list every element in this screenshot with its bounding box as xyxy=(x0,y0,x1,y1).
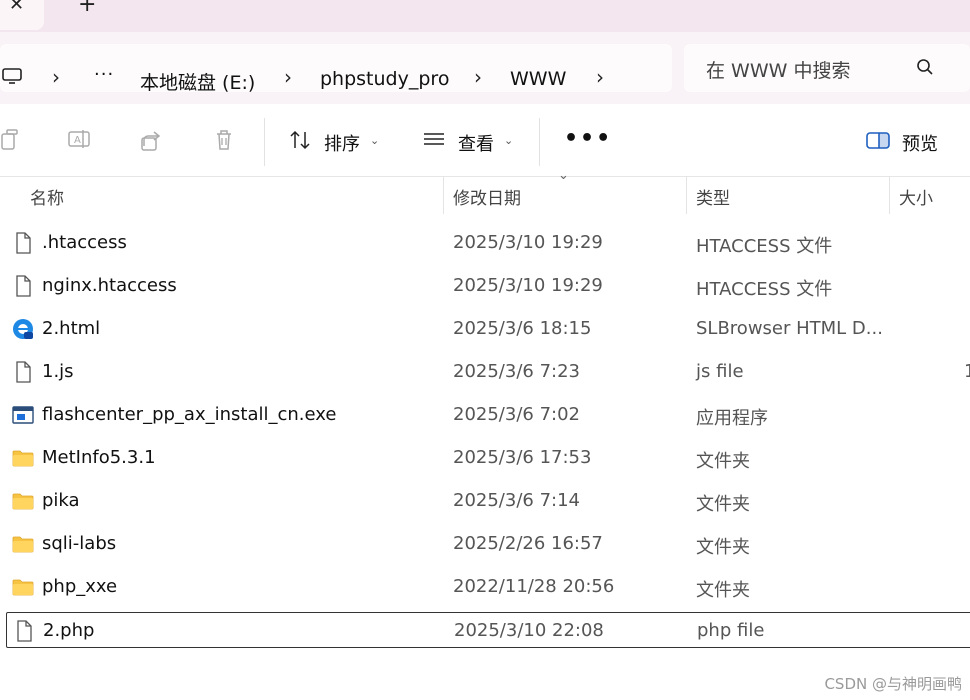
file-type: 文件夹 xyxy=(696,580,750,601)
chevron-down-icon[interactable]: ⌄ xyxy=(504,134,513,147)
view-icon[interactable] xyxy=(422,128,446,152)
file-name: .htaccess xyxy=(42,232,127,253)
file-row[interactable]: 2.html 2025/3/6 18:15 SLBrowser HTML D... xyxy=(6,311,970,347)
file-row[interactable]: 1.js 2025/3/6 7:23 js file 1 xyxy=(6,354,970,390)
folder-icon xyxy=(12,490,34,512)
file-type: 文件夹 xyxy=(696,451,750,472)
file-size: 1 xyxy=(964,361,970,382)
sort-button[interactable]: 排序 xyxy=(324,130,360,156)
file-name: nginx.htaccess xyxy=(42,275,177,296)
file-date: 2025/3/10 19:29 xyxy=(453,232,603,253)
search-icon[interactable] xyxy=(916,58,934,76)
file-row[interactable]: 2.php 2025/3/10 22:08 php file xyxy=(6,612,970,648)
column-header-date[interactable]: 修改日期 xyxy=(453,184,521,209)
file-icon xyxy=(12,232,34,254)
file-row[interactable]: pika 2025/3/6 7:14 文件夹 xyxy=(6,483,970,519)
view-button[interactable]: 查看 xyxy=(458,130,494,156)
file-row[interactable]: .htaccess 2025/3/10 19:29 HTACCESS 文件 xyxy=(6,225,970,261)
chevron-down-icon[interactable]: ⌄ xyxy=(370,134,379,147)
crumb-phpstudy-pro[interactable]: phpstudy_pro xyxy=(320,68,449,90)
sort-indicator-icon: ⌄ xyxy=(558,168,569,183)
watermark: CSDN @与神明画鸭 xyxy=(824,675,962,693)
folder-icon xyxy=(12,447,34,469)
search-placeholder: 在 WWW 中搜索 xyxy=(706,60,851,82)
file-name: MetInfo5.3.1 xyxy=(42,447,156,468)
preview-button[interactable]: 预览 xyxy=(902,130,938,156)
active-tab[interactable]: ✕ xyxy=(0,0,44,30)
more-options-button[interactable]: ••• xyxy=(564,126,612,151)
file-type: 文件夹 xyxy=(696,494,750,515)
file-type: js file xyxy=(696,361,744,382)
svg-text:A: A xyxy=(74,135,81,146)
share-icon[interactable] xyxy=(140,128,164,152)
breadcrumb-overflow-button[interactable]: ··· xyxy=(94,64,114,85)
file-type: 应用程序 xyxy=(696,408,768,429)
file-row[interactable]: nginx.htaccess 2025/3/10 19:29 HTACCESS 文件 xyxy=(6,268,970,304)
file-date: 2025/2/26 16:57 xyxy=(453,533,603,554)
file-name: 1.js xyxy=(42,361,74,382)
crumb-drive-e[interactable]: 本地磁盘 (E:) xyxy=(140,68,255,95)
file-icon xyxy=(12,361,34,383)
command-bar: A 排序 ⌄ 查看 ⌄ ••• 预览 xyxy=(0,104,970,177)
file-name: 2.html xyxy=(42,318,101,339)
breadcrumb[interactable]: › ··· 本地磁盘 (E:) › phpstudy_pro › WWW › xyxy=(0,44,672,95)
column-resize-handle[interactable] xyxy=(686,176,687,214)
file-date: 2025/3/10 19:29 xyxy=(453,275,603,296)
search-input[interactable]: 在 WWW 中搜索 xyxy=(684,44,970,92)
file-type: HTACCESS 文件 xyxy=(696,279,833,300)
folder-icon xyxy=(12,533,34,555)
file-icon xyxy=(12,275,34,297)
folder-icon xyxy=(12,576,34,598)
file-type: HTACCESS 文件 xyxy=(696,236,833,257)
file-type: SLBrowser HTML D... xyxy=(696,318,883,339)
rename-icon[interactable]: A xyxy=(68,128,92,152)
file-name: flashcenter_pp_ax_install_cn.exe xyxy=(42,404,337,425)
file-row[interactable]: MetInfo5.3.1 2025/3/6 17:53 文件夹 xyxy=(6,440,970,476)
preview-pane-icon[interactable] xyxy=(866,128,890,152)
file-date: 2025/3/6 7:23 xyxy=(453,361,580,382)
file-icon xyxy=(13,620,35,642)
exe-icon xyxy=(12,404,34,426)
column-header-type[interactable]: 类型 xyxy=(696,184,730,209)
delete-icon[interactable] xyxy=(212,128,236,152)
file-row[interactable]: flashcenter_pp_ax_install_cn.exe 2025/3/6… xyxy=(6,397,970,433)
column-header-size[interactable]: 大小 xyxy=(899,184,933,209)
chevron-right-icon[interactable]: › xyxy=(52,65,60,89)
chevron-right-icon[interactable]: › xyxy=(474,65,482,89)
new-tab-button[interactable]: + xyxy=(78,0,96,17)
file-row[interactable]: php_xxe 2022/11/28 20:56 文件夹 xyxy=(6,569,970,605)
address-row: › ··· 本地磁盘 (E:) › phpstudy_pro › WWW › 在… xyxy=(0,32,970,104)
toolbar-divider xyxy=(264,118,265,166)
crumb-www[interactable]: WWW xyxy=(510,68,566,90)
column-resize-handle[interactable] xyxy=(889,176,890,214)
browser-icon xyxy=(12,318,34,340)
file-name: pika xyxy=(42,490,80,511)
file-name: sqli-labs xyxy=(42,533,117,554)
file-date: 2025/3/6 7:02 xyxy=(453,404,580,425)
column-resize-handle[interactable] xyxy=(443,176,444,214)
chevron-right-icon[interactable]: › xyxy=(596,65,604,89)
copy-icon[interactable] xyxy=(0,128,24,152)
toolbar-divider xyxy=(539,118,540,166)
file-date: 2025/3/6 18:15 xyxy=(453,318,592,339)
column-header-name[interactable]: 名称 xyxy=(30,184,64,209)
close-tab-icon[interactable]: ✕ xyxy=(9,0,24,15)
file-row[interactable]: sqli-labs 2025/2/26 16:57 文件夹 xyxy=(6,526,970,562)
chevron-right-icon[interactable]: › xyxy=(284,65,292,89)
file-date: 2025/3/6 7:14 xyxy=(453,490,580,511)
file-name: php_xxe xyxy=(42,576,118,597)
file-date: 2022/11/28 20:56 xyxy=(453,576,615,597)
file-name: 2.php xyxy=(43,620,95,641)
sort-icon[interactable] xyxy=(288,128,312,152)
tab-strip: ✕ + xyxy=(0,0,970,32)
file-date: 2025/3/6 17:53 xyxy=(453,447,592,468)
file-type: php file xyxy=(697,620,765,641)
file-type: 文件夹 xyxy=(696,537,750,558)
this-pc-icon[interactable] xyxy=(2,68,22,84)
file-date: 2025/3/10 22:08 xyxy=(454,620,604,641)
